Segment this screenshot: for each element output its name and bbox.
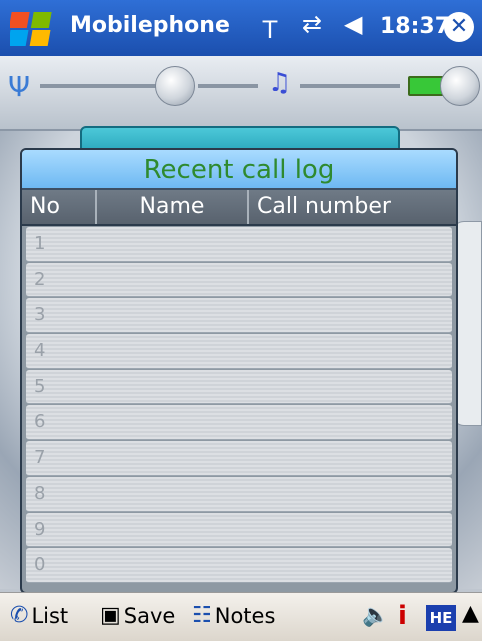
list-button[interactable]: ✆ List bbox=[10, 603, 68, 628]
panel-title: Recent call log bbox=[22, 150, 456, 190]
table-row[interactable]: 8 bbox=[26, 476, 452, 512]
table-row[interactable]: 9 bbox=[26, 512, 452, 548]
table-row[interactable]: 1 bbox=[26, 227, 452, 262]
notes-button[interactable]: ☷ Notes bbox=[192, 603, 275, 628]
windows-start-icon[interactable] bbox=[10, 10, 54, 48]
info-icon[interactable]: i bbox=[398, 601, 407, 631]
save-button[interactable]: ▣ Save bbox=[100, 603, 175, 628]
row-number: 6 bbox=[34, 411, 46, 433]
rail-left bbox=[40, 84, 160, 88]
music-note-icon[interactable]: ♫ bbox=[268, 68, 291, 98]
title-bar: Mobilephone Ｔ ⇄ ◀︎ 18:37 ✕ bbox=[0, 0, 482, 56]
column-header-call-number[interactable]: Call number bbox=[249, 190, 456, 224]
app-title: Mobilephone bbox=[70, 13, 230, 38]
row-number: 4 bbox=[34, 340, 46, 362]
speaker-icon[interactable]: 🔈 bbox=[362, 603, 389, 628]
knob-left[interactable] bbox=[155, 66, 195, 106]
recent-call-log-panel: Recent call log No Name Call number 1 2 … bbox=[20, 148, 458, 594]
table-row[interactable]: 7 bbox=[26, 441, 452, 476]
call-log-list: 1 2 3 4 5 6 7 8 9 0 bbox=[22, 227, 456, 583]
volume-icon[interactable]: ◀︎ bbox=[344, 10, 362, 38]
row-number: 2 bbox=[34, 268, 46, 290]
table-row[interactable]: 3 bbox=[26, 298, 452, 334]
clock-time[interactable]: 18:37 bbox=[380, 14, 450, 39]
table-row[interactable]: 5 bbox=[26, 369, 452, 405]
rail-right bbox=[300, 84, 400, 88]
row-number: 7 bbox=[34, 447, 46, 469]
command-bar: ✆ List ▣ Save ☷ Notes 🔈 i HE ▲ bbox=[0, 592, 482, 641]
notes-label: Notes bbox=[214, 603, 276, 628]
phone-icon: ✆ bbox=[10, 603, 29, 628]
notes-icon: ☷ bbox=[192, 603, 212, 628]
rail-mid bbox=[198, 84, 258, 88]
row-number: 0 bbox=[34, 554, 46, 576]
column-header-no[interactable]: No bbox=[22, 190, 97, 224]
row-number: 3 bbox=[34, 304, 46, 326]
antenna-icon: Ψ bbox=[8, 70, 31, 103]
table-row[interactable]: 6 bbox=[26, 405, 452, 441]
table-row[interactable]: 4 bbox=[26, 334, 452, 369]
list-label: List bbox=[31, 603, 69, 628]
up-arrow-icon[interactable]: ▲ bbox=[462, 601, 479, 626]
column-header-name[interactable]: Name bbox=[97, 190, 249, 224]
close-icon[interactable]: ✕ bbox=[444, 12, 474, 42]
row-number: 5 bbox=[34, 375, 46, 397]
floppy-disk-icon: ▣ bbox=[100, 603, 121, 628]
knob-right[interactable] bbox=[440, 66, 480, 106]
signal-icon[interactable]: Ｔ bbox=[258, 10, 282, 45]
connection-icon[interactable]: ⇄ bbox=[302, 10, 322, 38]
table-row[interactable]: 0 bbox=[26, 548, 452, 583]
row-number: 9 bbox=[34, 518, 46, 540]
row-number: 1 bbox=[34, 233, 46, 254]
input-method-indicator[interactable]: HE bbox=[426, 605, 456, 631]
save-label: Save bbox=[123, 603, 176, 628]
table-header: No Name Call number bbox=[22, 190, 456, 226]
row-number: 8 bbox=[34, 482, 46, 504]
table-row[interactable]: 2 bbox=[26, 262, 452, 298]
skin-top-rail: Ψ ♫ bbox=[0, 56, 482, 131]
